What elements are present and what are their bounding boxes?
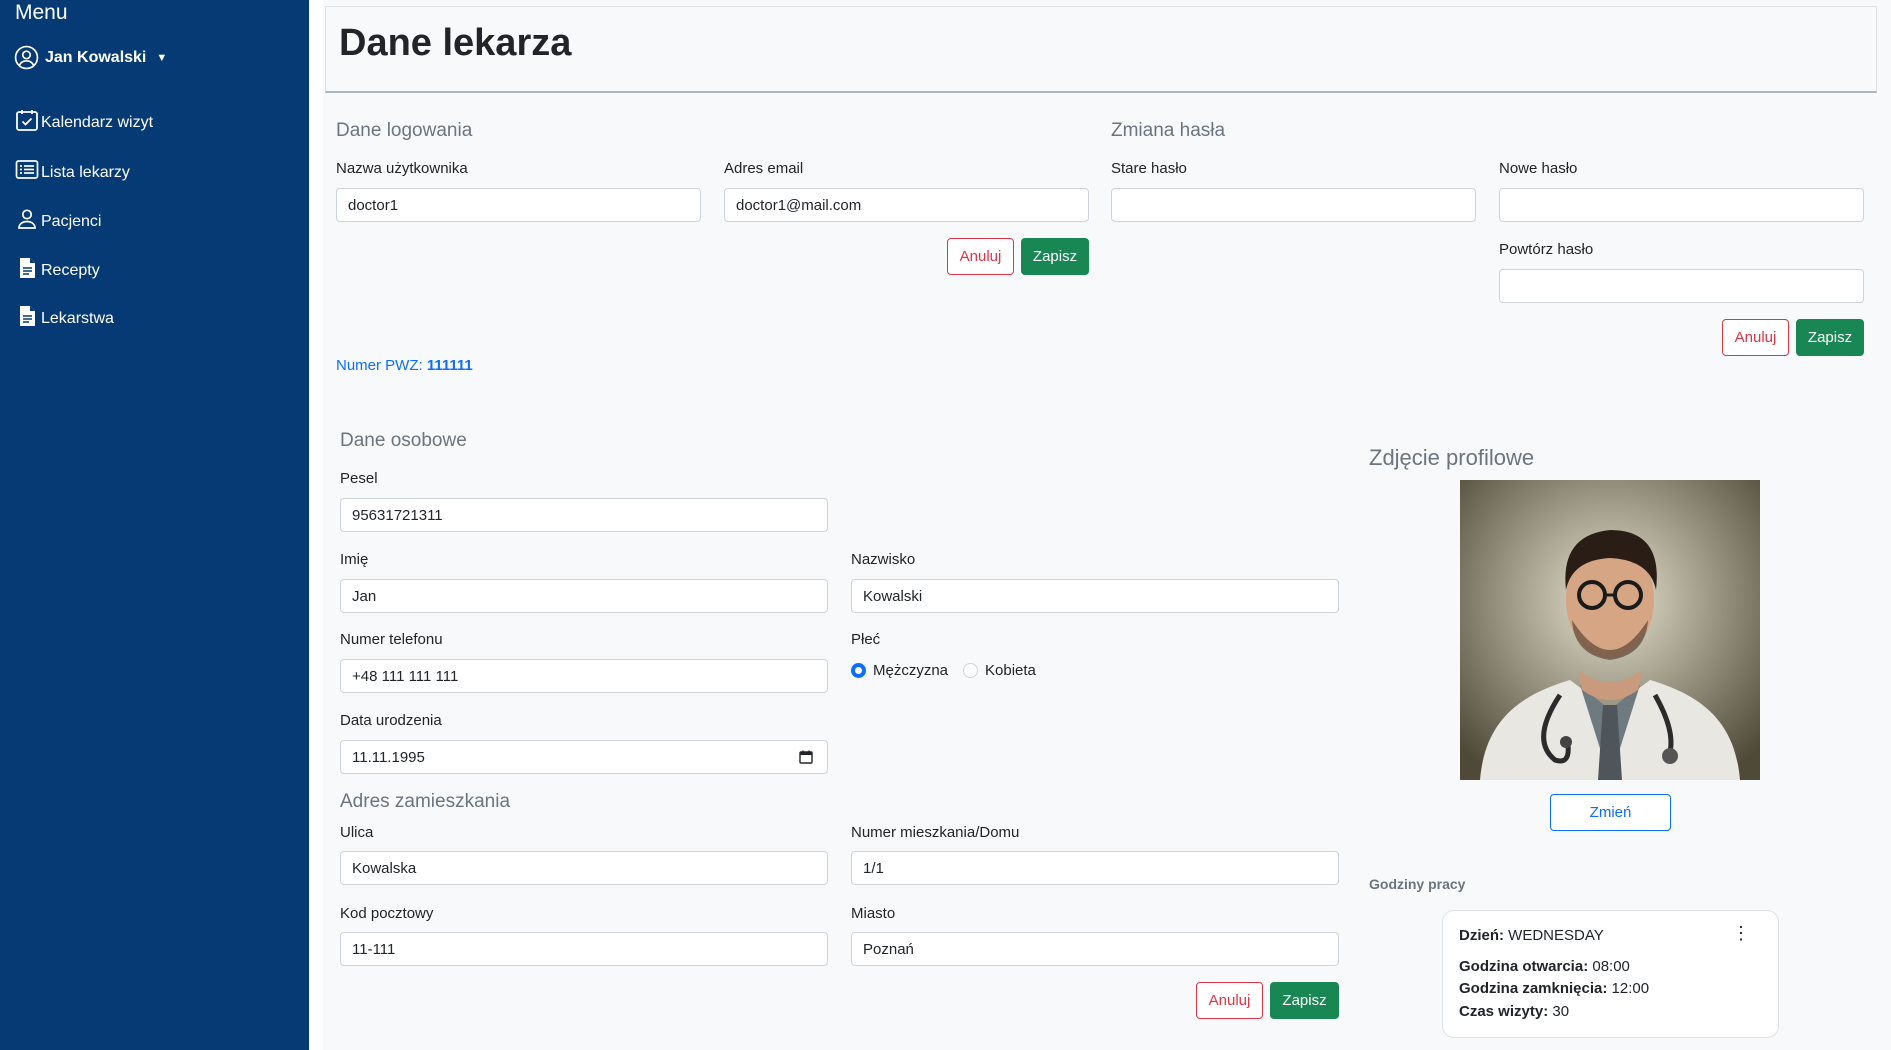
pwz-label: Numer PWZ: <box>336 357 423 374</box>
menu-title: Menu <box>15 1 68 24</box>
house-number-input[interactable] <box>851 851 1339 885</box>
city-label: Miasto <box>851 905 896 922</box>
sidebar-item-label: Pacjenci <box>41 213 102 230</box>
password-cancel-button[interactable]: Anuluj <box>1722 319 1789 356</box>
sidebar-item-medicines[interactable]: Lekarstwa <box>15 304 114 328</box>
user-name: Jan Kowalski <box>45 48 147 66</box>
open-label: Godzina otwarcia: <box>1459 958 1589 975</box>
postal-code-label: Kod pocztowy <box>340 905 434 922</box>
radio-unchecked[interactable] <box>963 663 978 678</box>
birth-date-input[interactable] <box>340 740 828 774</box>
close-value: 12:00 <box>1611 980 1650 997</box>
sidebar-item-patients[interactable]: Pacjenci <box>15 207 101 231</box>
address-title: Adres zamieszkania <box>340 791 511 812</box>
address-cancel-button[interactable]: Anuluj <box>1196 982 1263 1019</box>
gender-radio-male[interactable]: Mężczyzna <box>851 662 948 679</box>
email-label: Adres email <box>724 160 804 177</box>
main-content: Dane lekarza Dane logowania Nazwa użytko… <box>323 0 1891 1050</box>
working-hours-card: Dzień: WEDNESDAY ⋮ Godzina otwarcia: 08:… <box>1442 910 1779 1038</box>
repeat-password-label: Powtórz hasło <box>1499 241 1594 258</box>
username-input[interactable] <box>336 188 701 222</box>
day-row: Dzień: WEDNESDAY <box>1459 927 1604 944</box>
username-label: Nazwa użytkownika <box>336 160 468 177</box>
city-input[interactable] <box>851 932 1339 966</box>
calendar-check-icon <box>16 110 38 131</box>
phone-label: Numer telefonu <box>340 631 443 648</box>
sidebar-item-calendar[interactable]: Kalendarz wizyt <box>15 108 153 132</box>
profile-photo-title: Zdjęcie profilowe <box>1369 445 1535 470</box>
open-time-row: Godzina otwarcia: 08:00 <box>1459 958 1630 975</box>
doctor-portrait-image <box>1460 480 1760 780</box>
sidebar-item-label: Lista lekarzy <box>41 164 130 181</box>
document-icon <box>20 306 35 326</box>
gender-label: Płeć <box>851 631 881 648</box>
sidebar-item-label: Recepty <box>41 262 100 279</box>
phone-input[interactable] <box>340 659 828 693</box>
gender-option-label: Kobieta <box>985 662 1036 679</box>
user-dropdown[interactable]: Jan Kowalski ▼ <box>14 45 167 70</box>
sidebar-item-prescriptions[interactable]: Recepty <box>15 256 100 280</box>
day-label: Dzień: <box>1459 927 1504 944</box>
first-name-input[interactable] <box>340 579 828 613</box>
visit-value: 30 <box>1552 1003 1570 1020</box>
visit-time-row: Czas wizyty: 30 <box>1459 1003 1569 1020</box>
day-value: WEDNESDAY <box>1508 927 1604 944</box>
sidebar-divider <box>309 0 323 1050</box>
first-name-label: Imię <box>340 551 369 568</box>
pwz-number: Numer PWZ: 111111 <box>336 357 473 374</box>
user-circle-icon <box>14 45 39 70</box>
house-number-label: Numer mieszkania/Domu <box>851 824 1020 841</box>
login-data-title: Dane logowania <box>336 120 473 141</box>
pwz-value: 111111 <box>426 357 473 374</box>
person-icon <box>18 209 36 229</box>
login-save-button[interactable]: Zapisz <box>1021 238 1089 275</box>
sidebar: Menu Jan Kowalski ▼ Kalendarz wizyt List <box>0 0 309 1050</box>
more-options-icon[interactable]: ⋮ <box>1732 924 1750 942</box>
pesel-label: Pesel <box>340 470 378 487</box>
open-value: 08:00 <box>1592 958 1630 975</box>
last-name-label: Nazwisko <box>851 551 916 568</box>
new-password-label: Nowe hasło <box>1499 160 1578 177</box>
sidebar-item-doctors[interactable]: Lista lekarzy <box>15 158 130 182</box>
gender-option-label: Mężczyzna <box>873 662 949 679</box>
address-save-button[interactable]: Zapisz <box>1270 982 1339 1019</box>
pesel-input[interactable] <box>340 498 828 532</box>
page-header: Dane lekarza <box>325 6 1877 93</box>
email-input[interactable] <box>724 188 1089 222</box>
caret-down-icon: ▼ <box>156 51 168 64</box>
working-hours-title: Godziny pracy <box>1369 876 1466 892</box>
street-label: Ulica <box>340 824 374 841</box>
sidebar-item-label: Lekarstwa <box>41 310 114 327</box>
calendar-icon[interactable] <box>799 750 813 764</box>
close-label: Godzina zamknięcia: <box>1459 980 1608 997</box>
personal-data-title: Dane osobowe <box>340 430 467 451</box>
list-icon <box>15 160 39 179</box>
repeat-password-input[interactable] <box>1499 269 1864 303</box>
profile-photo <box>1460 480 1760 780</box>
visit-label: Czas wizyty: <box>1459 1003 1549 1020</box>
old-password-input[interactable] <box>1111 188 1476 222</box>
change-photo-button[interactable]: Zmień <box>1550 794 1671 831</box>
close-time-row: Godzina zamknięcia: 12:00 <box>1459 980 1649 997</box>
gender-radio-female[interactable]: Kobieta <box>963 662 1036 679</box>
password-save-button[interactable]: Zapisz <box>1796 319 1864 356</box>
login-cancel-button[interactable]: Anuluj <box>947 238 1014 275</box>
password-change-title: Zmiana hasła <box>1111 120 1226 141</box>
page-title: Dane lekarza <box>339 22 572 64</box>
birth-date-label: Data urodzenia <box>340 712 442 729</box>
postal-code-input[interactable] <box>340 932 828 966</box>
street-input[interactable] <box>340 851 828 885</box>
last-name-input[interactable] <box>851 579 1339 613</box>
sidebar-item-label: Kalendarz wizyt <box>41 114 154 131</box>
radio-checked[interactable] <box>851 663 866 678</box>
old-password-label: Stare hasło <box>1111 160 1187 177</box>
new-password-input[interactable] <box>1499 188 1864 222</box>
document-icon <box>20 258 35 278</box>
